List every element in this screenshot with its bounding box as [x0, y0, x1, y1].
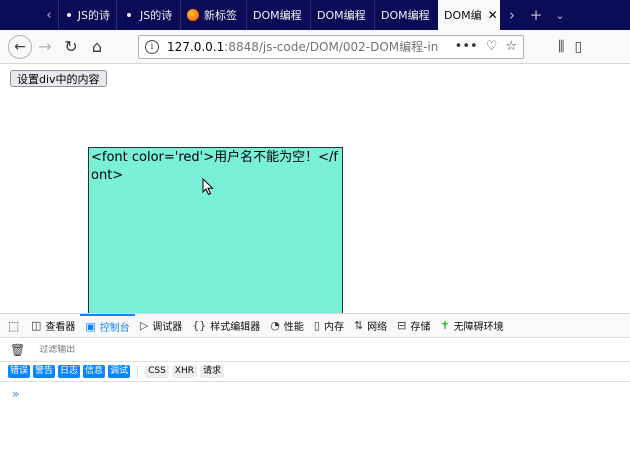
back-arrow-icon[interactable]: ← — [8, 34, 32, 59]
tab-accessibility[interactable]: ✝ 无障碍环境 — [435, 314, 508, 338]
filter-output-input[interactable] — [39, 344, 240, 355]
tab-performance[interactable]: ◔ 性能 — [265, 314, 309, 338]
tab-label: 样式编辑器 — [210, 322, 261, 333]
divider — [137, 365, 139, 378]
tab-scroll-left-icon[interactable]: ‹ — [40, 0, 58, 30]
level-errors-toggle[interactable]: 错误 — [8, 365, 31, 378]
level-debug-toggle[interactable]: 调试 — [108, 365, 131, 378]
gauge-icon: ◔ — [270, 319, 280, 332]
tab-strip: ‹ JS的诗 JS的诗 新标签 DOM编程 DOM编程 DOM编程 DOM编 ✕… — [0, 0, 630, 30]
tab-label: DOM编程 — [253, 9, 302, 22]
tab-actions: › + ⌄ — [500, 0, 572, 30]
close-icon[interactable]: ✕ — [488, 8, 498, 22]
tab-network[interactable]: ⇅ 网络 — [349, 314, 392, 338]
url-host: 127.0.0.1 — [167, 40, 225, 54]
toolbar-right: ⫼ ▯ — [558, 39, 582, 55]
page-actions-ellipsis-icon[interactable]: ••• — [455, 39, 478, 54]
console-level-filters: 错误 警告 日志 信息 调试 CSS XHR 请求 — [0, 362, 630, 382]
tab-label: 无障碍环境 — [453, 322, 504, 333]
tab-label: 内存 — [323, 322, 344, 333]
tab-dom-2[interactable]: DOM编程 — [310, 0, 374, 30]
dot-icon — [65, 9, 73, 21]
site-info-icon[interactable]: i — [145, 39, 159, 54]
url-path: :8848/js-code/DOM/002-DOM编程-in — [224, 40, 439, 54]
console-input-area[interactable]: » — [0, 384, 630, 472]
bookmark-star-icon[interactable]: ☆ — [505, 39, 517, 54]
navigation-bar: ← → ↻ ⌂ i 127.0.0.1:8848/js-code/DOM/002… — [0, 30, 630, 64]
set-div-content-button[interactable]: 设置div中的内容 — [10, 70, 107, 87]
tab-new-tab[interactable]: 新标签 — [180, 0, 246, 30]
tab-label: 存储 — [410, 322, 431, 333]
content-div: <font color='red'>用户名不能为空！</font> — [88, 147, 343, 313]
tab-dom-1[interactable]: DOM编程 — [246, 0, 310, 30]
network-arrows-icon: ⇅ — [353, 319, 364, 332]
tab-js-1[interactable]: JS的诗 — [58, 0, 116, 30]
sidebar-icon[interactable]: ▯ — [574, 39, 582, 55]
tab-label: 网络 — [367, 322, 388, 333]
tab-dom-active[interactable]: DOM编 ✕ — [438, 0, 500, 30]
accessibility-person-icon: ✝ — [440, 319, 450, 332]
tab-inspector[interactable]: ◫ 查看器 — [26, 314, 80, 338]
tab-label: 控制台 — [99, 323, 130, 334]
console-prompt-icon: » — [12, 387, 20, 401]
storage-icon: ⊟ — [397, 319, 407, 332]
tab-label: 性能 — [283, 322, 304, 333]
tab-label: JS的诗 — [77, 9, 110, 22]
braces-icon: {} — [192, 319, 207, 332]
inspector-icon: ◫ — [31, 319, 42, 332]
new-tab-icon[interactable]: + — [524, 6, 548, 24]
tab-debugger[interactable]: ▷ 调试器 — [135, 314, 187, 338]
firefox-icon — [187, 9, 199, 21]
devtools-panel: ⬚ ◫ 查看器 ▣ 控制台 ▷ 调试器 {} 样式编辑器 ◔ 性能 ▯ 内存 ⇅… — [0, 313, 630, 472]
element-picker-icon[interactable]: ⬚ — [8, 314, 26, 338]
reload-icon[interactable]: ↻ — [58, 34, 84, 60]
memory-chip-icon: ▯ — [313, 319, 320, 332]
tab-console[interactable]: ▣ 控制台 — [80, 313, 135, 338]
dot-icon — [123, 9, 135, 21]
tab-memory[interactable]: ▯ 内存 — [309, 314, 349, 338]
tab-scroll-right-icon[interactable]: › — [500, 6, 524, 24]
level-warnings-toggle[interactable]: 警告 — [33, 365, 56, 378]
pocket-icon[interactable]: ♡ — [486, 39, 498, 54]
tab-label: DOM编 — [444, 9, 482, 22]
console-filter-bar: 🗑 — [0, 338, 630, 362]
tab-label: 查看器 — [45, 322, 76, 333]
category-css-toggle[interactable]: CSS — [145, 365, 169, 378]
tab-storage[interactable]: ⊟ 存储 — [392, 314, 435, 338]
tab-label: DOM编程 — [317, 9, 366, 22]
tab-dom-3[interactable]: DOM编程 — [374, 0, 438, 30]
mouse-cursor-icon — [202, 178, 214, 196]
tab-label: JS的诗 — [140, 9, 173, 22]
console-icon: ▣ — [85, 320, 96, 333]
tab-label: 调试器 — [152, 322, 183, 333]
tab-strip-lead — [0, 0, 40, 30]
category-xhr-toggle[interactable]: XHR — [171, 365, 197, 378]
library-icon[interactable]: ⫼ — [558, 39, 564, 55]
tab-label: DOM编程 — [381, 9, 430, 22]
trash-icon[interactable]: 🗑 — [10, 343, 25, 357]
home-icon[interactable]: ⌂ — [84, 34, 110, 60]
url-bar[interactable]: i 127.0.0.1:8848/js-code/DOM/002-DOM编程-i… — [138, 34, 524, 59]
tab-js-2[interactable]: JS的诗 — [116, 0, 180, 30]
page-content: 设置div中的内容 <font color='red'>用户名不能为空！</fo… — [0, 65, 630, 313]
devtools-tabbar: ⬚ ◫ 查看器 ▣ 控制台 ▷ 调试器 {} 样式编辑器 ◔ 性能 ▯ 内存 ⇅… — [0, 313, 630, 338]
tab-label: 新标签 — [204, 9, 237, 22]
url-text[interactable]: 127.0.0.1:8848/js-code/DOM/002-DOM编程-in — [167, 38, 447, 55]
level-info-toggle[interactable]: 信息 — [83, 365, 106, 378]
debugger-icon: ▷ — [139, 319, 149, 332]
level-logs-toggle[interactable]: 日志 — [58, 365, 81, 378]
forward-arrow-icon[interactable]: → — [32, 34, 58, 60]
tab-list-chevron-down-icon[interactable]: ⌄ — [548, 9, 572, 22]
tab-style-editor[interactable]: {} 样式编辑器 — [187, 314, 265, 338]
category-requests-toggle[interactable]: 请求 — [199, 365, 224, 378]
